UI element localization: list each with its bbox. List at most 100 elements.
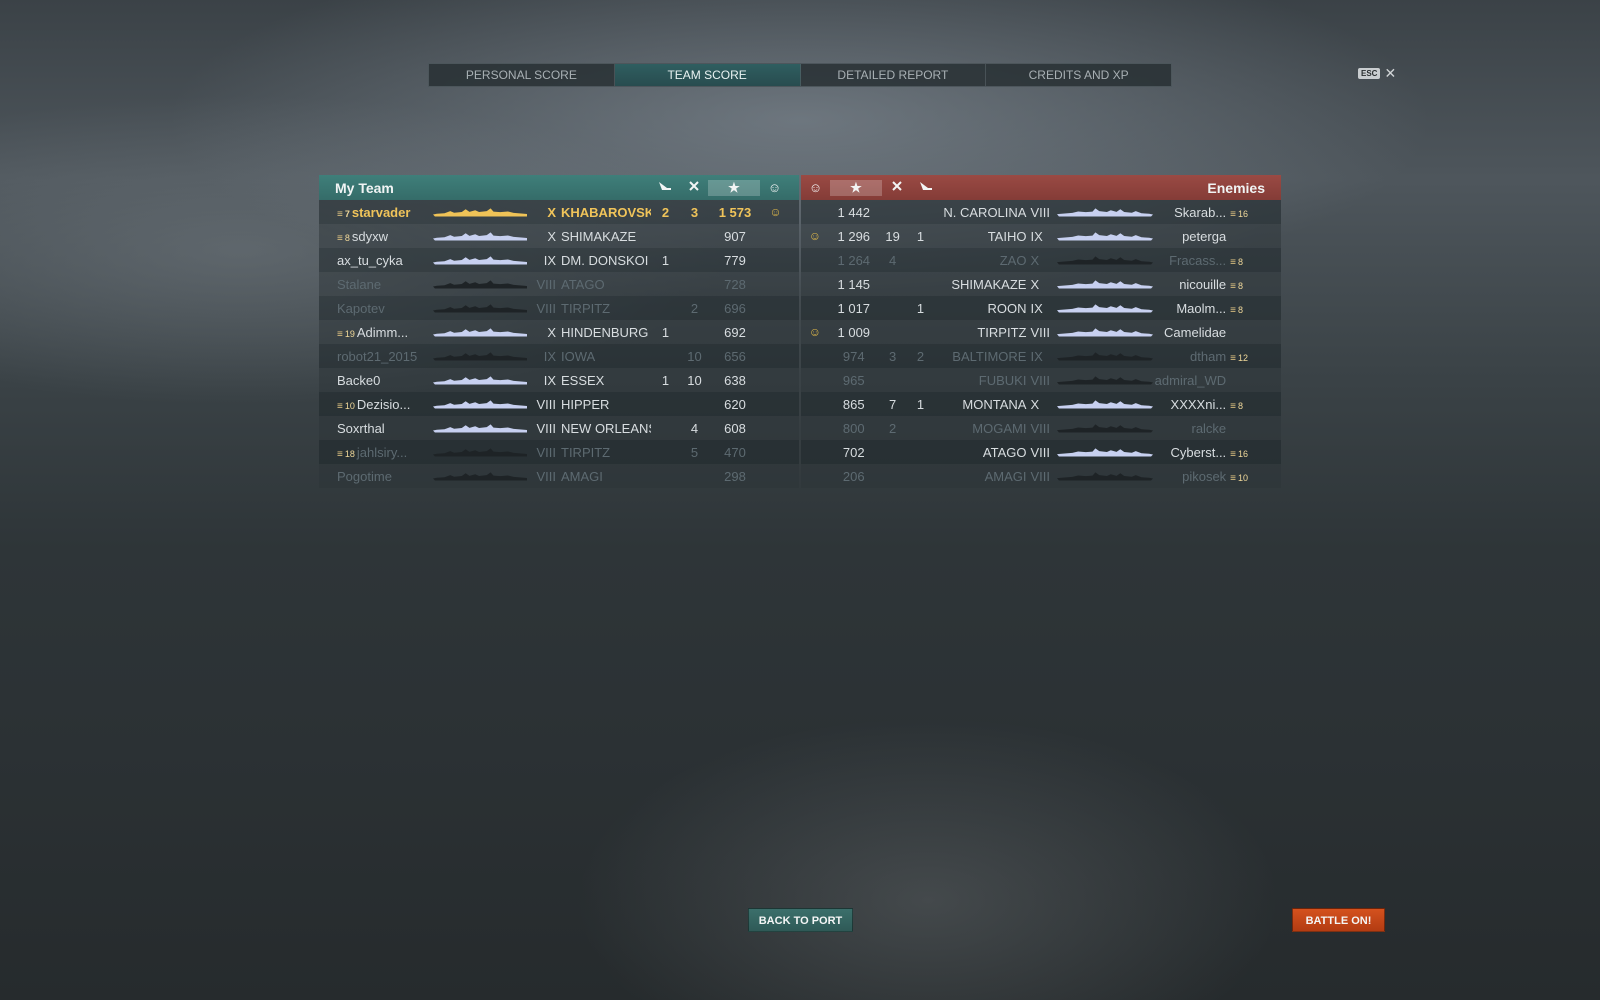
player-name[interactable]: Backe0 [337,373,380,388]
ship-tier: IX [543,372,556,388]
planes-destroyed: 1 [916,228,925,244]
base-xp: 1 442 [837,204,871,220]
rank-number: 8 [1238,304,1244,315]
ships-destroyed: 2 [690,300,699,316]
base-xp: 608 [724,420,746,436]
player-name[interactable]: Dezisio... [357,397,410,412]
battle-on-button[interactable]: BATTLE ON! [1292,908,1385,932]
player-name[interactable]: Skarab... [1153,205,1230,220]
rank-chevron-icon: ≡ [337,208,343,220]
rank-cell: ≡ 12 [1230,349,1259,364]
ship-tier: VIII [536,444,556,460]
player-name[interactable]: Camelidae [1153,325,1230,340]
base-xp: 1 145 [837,276,871,292]
rank-badge: ≡ 19 [337,329,355,340]
player-name[interactable]: Cyberst... [1153,445,1230,460]
rank-badge: ≡ 10 [337,400,355,412]
player-name[interactable]: Adimm... [357,325,408,340]
ship-name: BALTIMORE [952,348,1027,364]
close-icon[interactable]: ✕ [1384,66,1396,80]
player-name[interactable]: Maolm... [1153,301,1230,316]
rank-cell: ≡ 10 [1230,469,1259,484]
ship-name: HINDENBURG [561,324,649,340]
ship-silhouette-icon [1057,256,1153,265]
report-tabs: PERSONAL SCORE TEAM SCORE DETAILED REPORT C… [428,63,1172,87]
base-xp: 907 [724,228,746,244]
my-team-header: My Team ★ ☺ [319,175,799,200]
ship-tier: VIII [536,420,556,436]
player-name[interactable]: ax_tu_cyka [337,253,403,268]
ships-destroyed: 19 [885,228,900,244]
rank-chevron-icon: ≡ [1230,448,1237,460]
ship-silhouette-cell [427,448,527,457]
player-name[interactable]: pikosek [1153,469,1230,484]
ship-name: KHABAROVSK [561,204,651,220]
planes-destroyed: 1 [916,396,925,412]
player-name-cell: ≡ 7 starvader [337,205,427,220]
ship-silhouette-icon [1057,304,1153,313]
rank-chevron-icon: ≡ [1230,208,1237,220]
ship-silhouette-icon [433,304,527,313]
rank-number: 10 [344,400,355,411]
player-name[interactable]: Fracass... [1153,253,1230,268]
player-name[interactable]: admiral_WD [1153,373,1230,388]
ship-name: AMAGI [561,468,603,484]
player-name[interactable]: starvader [352,205,411,220]
player-name[interactable]: Pogotime [337,469,392,484]
table-row: 1 017 1 ROON IX Maolm... ≡ 8 [801,296,1281,320]
ship-tier: VIII [1030,444,1050,460]
ships-destroyed: 10 [687,348,702,364]
ship-tier: IX [1030,348,1043,364]
rank-badge: ≡ 10 [1230,473,1248,484]
player-name[interactable]: dtham [1153,349,1230,364]
ship-name: TIRPITZ [561,300,611,316]
ship-silhouette-icon [433,208,527,217]
tab-credits-and-xp[interactable]: CREDITS AND XP [986,64,1171,86]
table-row: ≡ 19 Adimm... X HINDENBURG 1 692 [319,320,799,344]
base-xp: 865 [842,396,865,412]
ship-tier: IX [1030,300,1043,316]
ship-silhouette-cell [427,400,527,409]
player-name[interactable]: Stalane [337,277,381,292]
player-name[interactable]: Soxrthal [337,421,385,436]
table-row: robot21_2015 IX IOWA 10 656 [319,344,799,368]
esc-close[interactable]: ESC ✕ [1358,66,1396,80]
rank-badge: ≡ 8 [1230,401,1243,412]
table-row: ax_tu_cyka IX DM. DONSKOI 1 779 [319,248,799,272]
ribbon-icon: ☺ [769,205,782,219]
table-row: ≡ 18 jahlsiry... VIII TIRPITZ 5 470 [319,440,799,464]
ship-name: N. CAROLINA [943,204,1027,220]
table-row: ≡ 8 sdyxw X SHIMAKAZE 907 [319,224,799,248]
ship-silhouette-icon [1057,400,1153,409]
base-xp: 206 [842,468,865,484]
player-name-cell: Backe0 [337,373,427,388]
ship-tier: VIII [536,300,556,316]
xp-star-icon: ★ [830,179,882,196]
rank-number: 7 [344,208,350,219]
table-row: 1 145SHIMAKAZEXnicouille≡8A [801,272,1281,296]
ship-tier: IX [1030,228,1043,244]
player-name[interactable]: jahlsiry... [357,445,407,460]
ship-name: ATAGO [982,444,1027,460]
rank-badge: ≡ 16 [1230,448,1248,460]
player-name[interactable]: robot21_2015 [337,349,417,364]
ship-tier: X [1030,252,1040,268]
player-name[interactable]: peterga [1153,229,1230,244]
ship-silhouette-icon [1057,352,1153,361]
planes-destroyed: 1 [661,372,670,388]
ship-name: ATAGO [561,276,605,292]
player-name[interactable]: nicouille [1153,277,1230,292]
player-name[interactable]: XXXXni... [1153,397,1230,412]
player-name[interactable]: Kapotev [337,301,385,316]
tab-personal-score[interactable]: PERSONAL SCORE [429,64,615,86]
player-name[interactable]: ralcke [1153,421,1230,436]
table-row: AKapotevVIIITIRPITZ2696 [319,296,799,320]
base-xp: 974 [842,348,865,364]
base-xp: 298 [724,468,746,484]
back-to-port-button[interactable]: BACK TO PORT [748,908,853,932]
player-name[interactable]: sdyxw [352,229,388,244]
tab-team-score[interactable]: TEAM SCORE [614,64,801,86]
ships-destroyed: 7 [889,396,897,412]
ship-silhouette-cell [1057,376,1153,385]
tab-detailed-report[interactable]: DETAILED REPORT [801,64,987,86]
